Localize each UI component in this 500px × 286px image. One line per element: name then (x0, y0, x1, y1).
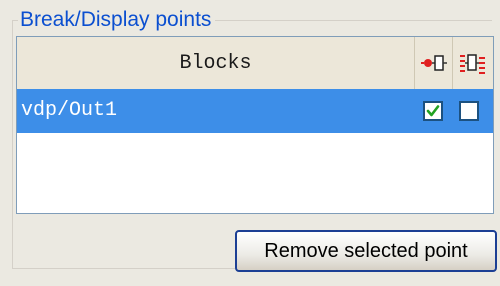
table-row[interactable]: vdp/Out1 (17, 89, 493, 133)
remove-selected-point-button[interactable]: Remove selected point (235, 230, 497, 272)
breakpoint-icon (420, 55, 447, 71)
column-header-breakpoint[interactable] (415, 37, 453, 89)
checkmark-icon (426, 105, 440, 117)
block-name: vdp/Out1 (21, 99, 118, 122)
table-header: Blocks (17, 37, 493, 90)
display-point-icon (460, 54, 485, 74)
points-table: Blocks vdp/Out1 (16, 36, 494, 214)
breakpoint-checkbox[interactable] (423, 101, 443, 121)
column-header-blocks[interactable]: Blocks (17, 37, 415, 89)
group-title: Break/Display points (18, 6, 216, 34)
column-header-display[interactable] (453, 37, 491, 89)
display-checkbox[interactable] (459, 101, 479, 121)
group-border-left (12, 20, 13, 268)
